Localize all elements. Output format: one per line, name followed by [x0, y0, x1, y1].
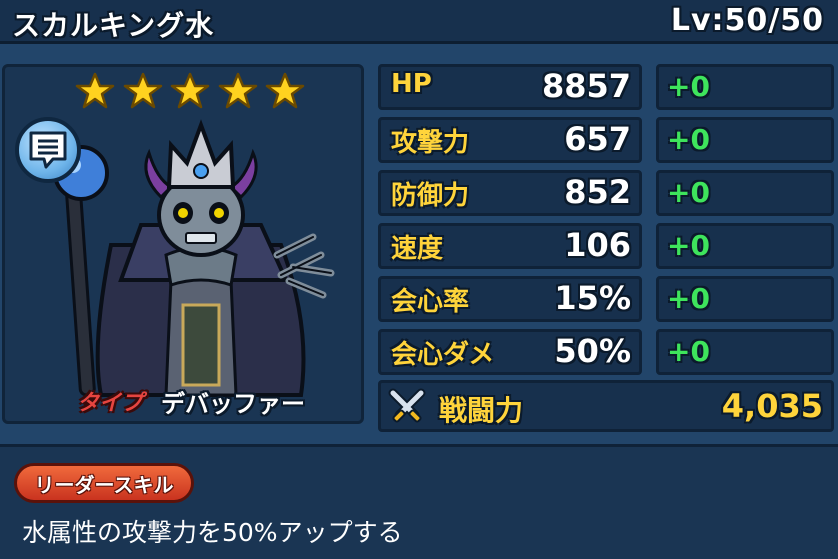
combat-power-row: 戦闘力 4,035: [378, 380, 834, 432]
stat-row-attack: 攻撃力 657: [378, 117, 642, 163]
stat-label: 会心ダメ: [391, 340, 495, 370]
stat-bonus-hp: +0: [656, 64, 834, 110]
stat-value: 15%: [554, 279, 631, 317]
leader-skill-description: 水属性の攻撃力を50%アップする: [22, 518, 403, 547]
bonus-value: +0: [667, 229, 710, 262]
bonus-value: +0: [667, 123, 710, 156]
bonus-value: +0: [667, 335, 710, 368]
stat-value: 657: [564, 120, 631, 158]
stat-bonus-crit-damage: +0: [656, 329, 834, 375]
speech-bubble-button[interactable]: [15, 117, 81, 183]
stat-row-crit-damage: 会心ダメ 50%: [378, 329, 642, 375]
stat-label: 速度: [391, 234, 444, 264]
bonus-value: +0: [667, 176, 710, 209]
stat-bonus-speed: +0: [656, 223, 834, 269]
stat-row-hp: HP 8857: [378, 64, 642, 110]
crossed-swords-icon: [388, 388, 426, 423]
stat-row-speed: 速度 106: [378, 223, 642, 269]
stat-bonus-attack: +0: [656, 117, 834, 163]
leader-skill-badge: リーダースキル: [14, 463, 194, 503]
stat-row-defense: 防御力 852: [378, 170, 642, 216]
stat-value: 106: [564, 226, 631, 264]
stat-bonus-crit-rate: +0: [656, 276, 834, 322]
stat-value: 852: [564, 173, 631, 211]
bonus-value: +0: [667, 70, 710, 103]
combat-power-value: 4,035: [721, 387, 823, 425]
stat-label: HP: [391, 69, 432, 99]
stat-label: 防御力: [391, 181, 470, 211]
stat-label: 会心率: [391, 287, 470, 317]
leader-skill-panel: リーダースキル 水属性の攻撃力を50%アップする: [0, 444, 838, 559]
stat-value: 8857: [541, 67, 631, 105]
level-indicator: Lv:50/50: [670, 3, 824, 38]
combat-power-label: 戦闘力: [439, 394, 524, 427]
stat-value: 50%: [554, 332, 631, 370]
leader-skill-badge-label: リーダースキル: [34, 472, 174, 497]
type-label: タイプ: [77, 391, 144, 416]
type-row: タイプ デバッファー: [77, 385, 357, 418]
stat-row-crit-rate: 会心率 15%: [378, 276, 642, 322]
header-bar: スカルキング水 Lv:50/50: [0, 0, 838, 44]
character-name: スカルキング水: [12, 9, 215, 42]
portrait-panel: タイプ デバッファー: [2, 64, 364, 424]
type-value: デバッファー: [161, 389, 306, 418]
stat-label: 攻撃力: [391, 128, 470, 158]
stat-bonus-defense: +0: [656, 170, 834, 216]
bonus-value: +0: [667, 282, 710, 315]
speech-bubble-icon: [29, 131, 67, 169]
